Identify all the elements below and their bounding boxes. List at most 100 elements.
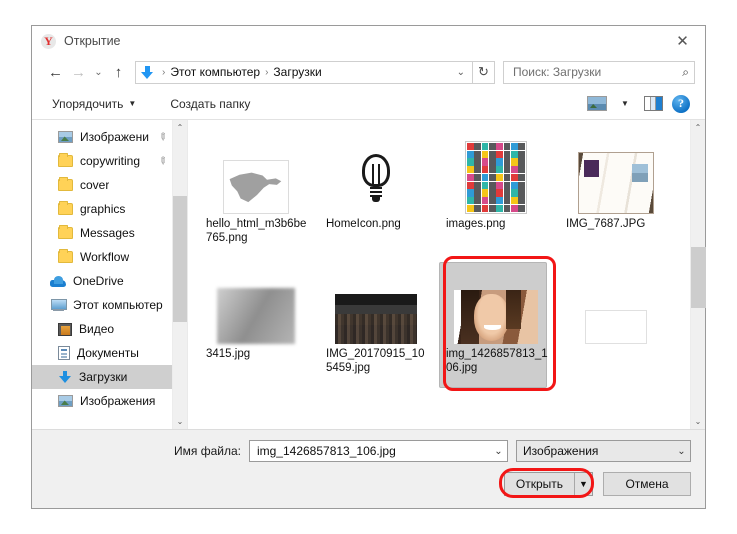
open-split-button[interactable]: Открыть ▼	[504, 472, 593, 496]
cancel-button[interactable]: Отмена	[603, 472, 691, 496]
back-button[interactable]: ←	[44, 60, 67, 84]
scroll-up-icon[interactable]: ⌃	[691, 120, 706, 135]
file-item[interactable]	[316, 392, 436, 429]
open-button[interactable]: Открыть	[505, 473, 575, 495]
file-item-selected[interactable]: img_1426857813_106.jpg	[436, 262, 556, 392]
up-button[interactable]: ↑	[107, 60, 130, 84]
file-type-filter[interactable]: Изображения ⌄	[516, 440, 691, 462]
file-name-label: hello_html_m3b6be765.png	[206, 218, 307, 244]
open-dropdown-button[interactable]: ▼	[575, 473, 592, 495]
sidebar-item-label: Этот компьютер	[73, 298, 163, 312]
search-icon[interactable]: ⌕	[682, 65, 689, 80]
sidebar-item-label: Видео	[79, 322, 115, 336]
file-item[interactable]: images.png	[436, 132, 556, 262]
help-button[interactable]: ?	[667, 92, 695, 116]
file-item[interactable]: IMG_7687.JPG	[556, 132, 676, 262]
file-name-label: img_1426857813_106.jpg	[446, 348, 548, 374]
sidebar-item-graphics[interactable]: graphics	[32, 197, 172, 221]
sidebar-item-label: OneDrive	[73, 274, 124, 288]
view-mode-button[interactable]	[583, 92, 611, 116]
sidebar-item-label: Документы	[77, 346, 139, 360]
sidebar-scroll-thumb[interactable]	[172, 196, 188, 322]
screenshot-root: Y Открытие ✕ ← → ⌄ ↑ › Этот компьютер › …	[0, 0, 737, 534]
address-dropdown-icon[interactable]: ⌄	[450, 67, 472, 78]
close-icon[interactable]: ✕	[660, 26, 705, 56]
file-name-label: images.png	[446, 218, 506, 230]
address-bar[interactable]: › Этот компьютер › Загрузки ⌄	[135, 60, 473, 84]
navigation-pane: Изображени ✎ copywriting ✎ cover graphic…	[32, 120, 172, 429]
pin-icon[interactable]: ✎	[155, 154, 169, 168]
title-bar: Y Открытие ✕	[32, 26, 705, 56]
history-dropdown-button[interactable]: ⌄	[90, 60, 107, 84]
dialog-footer: Имя файла: ⌄ Изображения ⌄ Открыть ▼ Отм…	[32, 429, 705, 508]
sidebar-item-copywriting[interactable]: copywriting ✎	[32, 149, 172, 173]
sidebar-item-workflow[interactable]: Workflow	[32, 245, 172, 269]
file-item[interactable]: HomeIcon.png	[316, 132, 436, 262]
sidebar-item-video[interactable]: Видео	[32, 317, 172, 341]
help-icon: ?	[672, 94, 690, 113]
content-scroll-track[interactable]	[690, 135, 706, 414]
file-item[interactable]	[556, 262, 676, 392]
blurred-thumbnail-icon	[217, 288, 295, 344]
sidebar-scroll-track[interactable]	[172, 135, 188, 414]
forward-button[interactable]: →	[67, 60, 90, 84]
downloads-arrow-icon	[58, 370, 72, 384]
file-type-dropdown-icon[interactable]: ⌄	[673, 441, 690, 461]
breadcrumb-downloads[interactable]: Загрузки	[273, 65, 321, 79]
file-type-value: Изображения	[523, 444, 599, 458]
sidebar-item-downloads[interactable]: Загрузки	[32, 365, 172, 389]
file-item[interactable]: hello_html_m3b6be765.png	[196, 132, 316, 262]
new-folder-button[interactable]: Создать папку	[166, 94, 254, 114]
file-thumbnail	[322, 136, 430, 216]
file-item[interactable]	[436, 392, 556, 429]
file-item[interactable]: IMG_20170915_105459.jpg	[316, 262, 436, 392]
file-thumbnail	[322, 266, 430, 346]
file-grid: hello_html_m3b6be765.png HomeIcon.png im…	[188, 120, 690, 429]
view-mode-dropdown-button[interactable]: ▼	[611, 92, 639, 116]
preview-pane-button[interactable]	[639, 92, 667, 116]
organize-button[interactable]: Упорядочить ▼	[48, 94, 140, 114]
sidebar-item-pictures[interactable]: Изображения	[32, 389, 172, 413]
computer-icon	[50, 299, 67, 311]
file-thumbnail: PSD	[202, 396, 310, 429]
sidebar-item-cover[interactable]: cover	[32, 173, 172, 197]
dialog-body: Изображени ✎ copywriting ✎ cover graphic…	[32, 120, 706, 429]
sidebar-item-messages[interactable]: Messages	[32, 221, 172, 245]
breadcrumb-this-pc[interactable]: Этот компьютер	[170, 65, 260, 79]
sidebar-item-izobrazheni[interactable]: Изображени ✎	[32, 125, 172, 149]
portrait-thumbnail-icon	[454, 290, 538, 344]
sidebar-item-this-pc[interactable]: Этот компьютер	[32, 293, 172, 317]
pin-icon[interactable]: ✎	[155, 130, 169, 144]
scroll-up-icon[interactable]: ⌃	[173, 120, 188, 135]
icon-grid-thumbnail-icon	[465, 141, 527, 214]
chevron-down-icon: ▼	[621, 99, 629, 108]
refresh-icon[interactable]: ↻	[473, 60, 495, 84]
sidebar-item-label: Изображени	[80, 130, 149, 144]
sidebar-item-onedrive[interactable]: OneDrive	[32, 269, 172, 293]
sidebar-scrollbar[interactable]: ⌃ ⌄	[172, 120, 188, 429]
file-thumbnail	[562, 266, 670, 346]
file-thumbnail	[442, 266, 550, 346]
filename-field[interactable]: ⌄	[248, 440, 508, 462]
file-item[interactable]: PSD	[196, 392, 316, 429]
search-input[interactable]	[511, 64, 683, 80]
new-folder-label: Создать папку	[170, 96, 251, 111]
folder-icon	[58, 225, 73, 239]
file-item[interactable]: PSD	[556, 392, 676, 429]
sidebar-item-label: Изображения	[80, 394, 156, 408]
file-item[interactable]: 3415.jpg	[196, 262, 316, 392]
search-box[interactable]: ⌕	[503, 60, 695, 84]
file-list-pane[interactable]: hello_html_m3b6be765.png HomeIcon.png im…	[187, 120, 690, 429]
folder-icon	[58, 177, 73, 191]
filename-input[interactable]	[254, 443, 490, 459]
scroll-down-icon[interactable]: ⌄	[691, 414, 706, 429]
content-scroll-thumb[interactable]	[690, 246, 706, 308]
scroll-down-icon[interactable]: ⌄	[173, 414, 188, 429]
filename-row: Имя файла: ⌄ Изображения ⌄	[46, 440, 691, 462]
sidebar-item-documents[interactable]: Документы	[32, 341, 172, 365]
open-file-dialog: Y Открытие ✕ ← → ⌄ ↑ › Этот компьютер › …	[31, 25, 706, 509]
sidebar-item-label: copywriting	[80, 154, 141, 168]
filename-dropdown-icon[interactable]: ⌄	[490, 441, 507, 461]
view-controls: ▼ ?	[583, 92, 695, 116]
content-scrollbar[interactable]: ⌃ ⌄	[690, 120, 706, 429]
